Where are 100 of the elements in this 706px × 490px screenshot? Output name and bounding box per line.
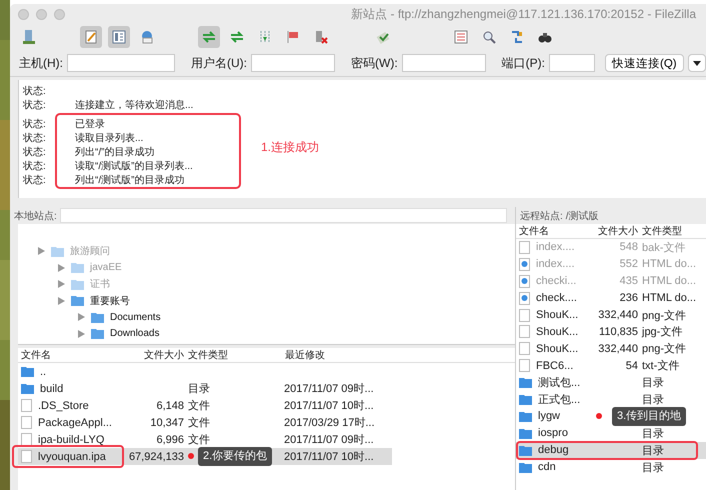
modified-date: 2017/03/29 17时... [284,416,376,430]
site-label: 远程站点: [520,210,563,222]
file-name[interactable]: FBC6... [536,360,574,372]
file-name[interactable]: lygw [538,410,560,422]
tree-item[interactable]: Documents [110,312,161,323]
field-label: 主机(H): [19,54,63,72]
file-size: 10,347 [149,416,185,428]
dropdown-button[interactable] [688,54,706,72]
column-header[interactable]: 文件大小 [588,224,640,238]
file-type: 目录 [641,460,665,475]
web-file-icon [519,274,530,288]
file-name[interactable]: ShouK... [536,342,578,355]
web-file-icon [519,258,530,271]
path-field[interactable]: /测试版 [566,208,599,222]
file-type: HTML do... [641,292,697,304]
field-label: 用户名(U): [191,54,247,72]
file-size: 67,924,133 [128,450,185,462]
file-icon [519,325,530,338]
file-size: 548 [618,241,639,254]
file-name[interactable]: ShouK... [536,326,578,338]
folder-icon [91,328,104,340]
file-icon [21,450,32,463]
file-name[interactable]: 测试包... [538,375,580,390]
file-type: 目录 [187,382,211,396]
column-header[interactable]: 文件类型 [186,348,282,362]
file-size: 435 [618,275,639,288]
modified-date: 2017/11/07 10时... [284,399,375,413]
window-title: 新站点 - ftp://zhangzhengmei@117.121.136.170:20152 - FileZilla [351,6,696,22]
log-label: 状态: [22,132,47,145]
file-name[interactable]: ipa-build-LYQ [38,434,104,446]
input-field[interactable] [402,54,486,72]
globe-icon [139,29,155,45]
minimize-button[interactable] [36,8,47,20]
column-header[interactable]: 文件名 [516,224,588,238]
folder-icon [71,295,84,306]
file-type: bak-文件 [641,240,686,255]
folder-icon [51,246,64,257]
check-icon [375,29,391,45]
search-icon [481,29,497,45]
file-size: 236 [618,292,639,304]
file-type: HTML do... [641,275,697,288]
modified-date: 2017/11/07 10时... [284,450,375,464]
input-field[interactable] [251,54,335,72]
folder-icon [519,428,532,439]
file-type: png-文件 [641,308,688,322]
file-name[interactable]: cdn [538,461,556,474]
file-name[interactable]: build [40,382,64,394]
edit-icon [83,29,99,45]
log-label: 状态: [22,146,47,159]
field-label: 端口(P): [502,54,545,72]
zoom-button[interactable] [54,8,65,20]
file-type: 文件 [187,416,211,430]
modified-date: 2017/11/07 09时... [284,433,375,447]
folder-icon [519,377,532,388]
file-size: 552 [618,258,639,270]
close-button[interactable] [18,8,29,20]
annotation-text: 1.连接成功 [261,139,320,156]
file-name[interactable]: 正式包... [538,392,580,407]
tree-item[interactable]: 重要账号 [90,294,130,308]
file-size: 6,996 [155,434,185,446]
file-type: 目录 [641,444,665,458]
file-size: 54 [624,360,639,372]
column-header[interactable]: 最近修改 [282,348,392,362]
input-field[interactable] [549,54,595,72]
caret-icon [692,60,701,66]
server-icon [21,29,37,45]
column-header[interactable]: 文件类型 [640,224,704,238]
sync-icon [201,29,217,45]
column-header[interactable]: 文件大小 [118,348,186,362]
folder-icon [71,278,84,290]
folder-icon [71,262,84,274]
log-message: 列出“/”的目录成功 [75,146,154,159]
expander-icon[interactable] [38,247,45,256]
file-name[interactable]: lvyouquan.ipa [38,450,106,462]
file-name[interactable]: .. [40,366,46,378]
file-name[interactable]: check.... [536,292,577,304]
web-file-icon [519,292,530,305]
file-icon [519,240,530,254]
column-header[interactable]: 文件名 [18,348,118,362]
file-size: 332,440 [597,342,639,355]
file-icon [519,308,530,322]
folder-icon [519,394,532,405]
path-field[interactable] [60,208,507,223]
log-message: 列出“/测试版”的目录成功 [75,174,184,187]
log-label: 状态: [22,118,47,131]
file-name[interactable]: PackageAppl... [38,416,112,428]
compare-icon [509,29,525,45]
tree-item[interactable]: Downloads [110,328,160,340]
file-name[interactable]: ShouK... [536,309,578,321]
file-icon [21,399,32,412]
cancel-icon [313,29,329,45]
input-field[interactable] [67,54,175,72]
file-name[interactable]: iospro [538,427,568,440]
file-type: png-文件 [641,342,688,356]
log-message: 读取“/测试版”的目录列表... [75,160,193,173]
file-name[interactable]: debug [538,444,569,456]
file-name[interactable]: .DS_Store [38,400,89,412]
folder-icon [519,410,532,422]
log-message: 连接建立，等待欢迎消息... [75,98,194,112]
quickconnect-button[interactable]: 快速连接(Q) [605,54,684,72]
